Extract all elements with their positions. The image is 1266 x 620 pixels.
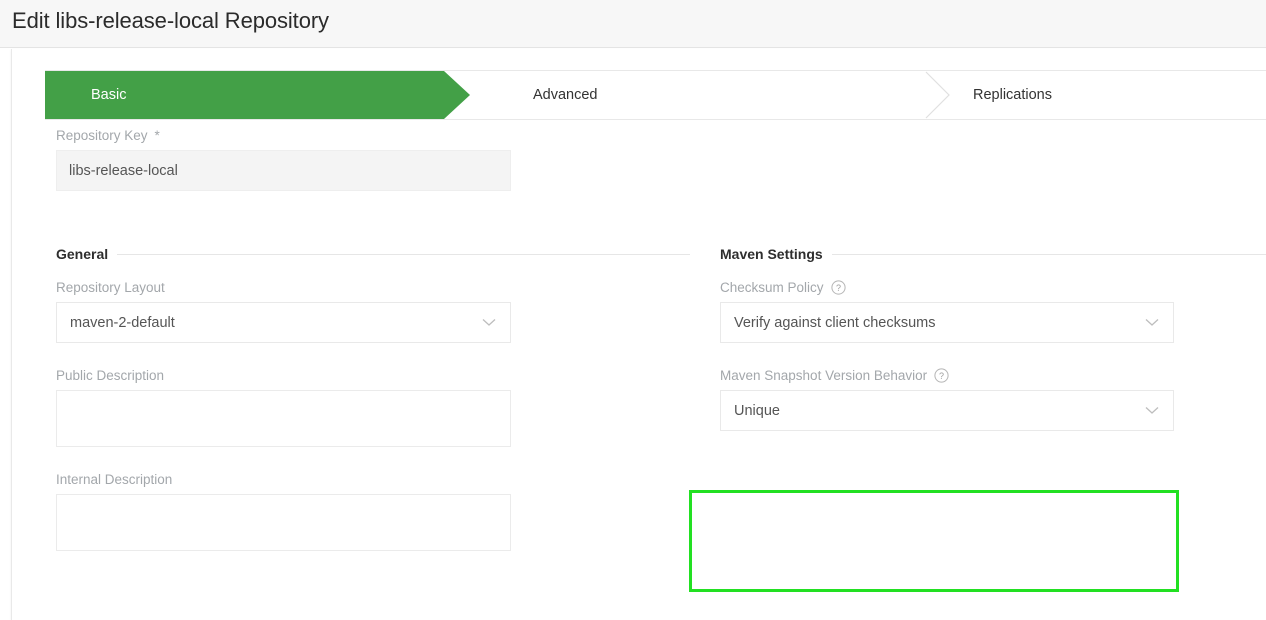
repository-key-value: libs-release-local [69, 163, 178, 179]
public-description-field-group: Public Description [56, 368, 690, 447]
checksum-policy-field-group: Checksum Policy ? Verify against client … [720, 280, 1266, 343]
snapshot-version-behavior-label: Maven Snapshot Version Behavior ? [720, 368, 1266, 383]
internal-description-label-text: Internal Description [56, 472, 172, 487]
page-header: Edit libs-release-local Repository [0, 0, 1266, 48]
repository-layout-label: Repository Layout [56, 280, 690, 295]
tab-advanced-label: Advanced [470, 87, 598, 103]
repository-layout-label-text: Repository Layout [56, 280, 165, 295]
public-description-label: Public Description [56, 368, 690, 383]
snapshot-version-behavior-field-group: Maven Snapshot Version Behavior ? Unique [720, 368, 1266, 431]
tab-basic-label: Basic [45, 87, 126, 103]
checksum-policy-label: Checksum Policy ? [720, 280, 1266, 295]
edit-repository-card: Basic Advanced Replications Repository K… [11, 49, 1266, 620]
repository-key-input[interactable]: libs-release-local [56, 150, 511, 191]
general-section-header: General [56, 246, 690, 262]
repository-key-field-group: Repository Key * libs-release-local [56, 128, 511, 191]
repository-key-label: Repository Key * [56, 128, 511, 143]
internal-description-field-group: Internal Description [56, 472, 690, 551]
tab-basic[interactable]: Basic [45, 71, 470, 119]
tab-replications-label: Replications [925, 87, 1052, 103]
section-divider [832, 254, 1266, 255]
repository-layout-select[interactable]: maven-2-default [56, 302, 511, 343]
repository-key-label-text: Repository Key [56, 128, 148, 143]
chevron-down-icon [1145, 318, 1159, 327]
tab-advanced[interactable]: Advanced [470, 71, 925, 119]
svg-text:?: ? [939, 371, 944, 381]
public-description-textarea[interactable] [56, 390, 511, 447]
internal-description-textarea[interactable] [56, 494, 511, 551]
public-description-label-text: Public Description [56, 368, 164, 383]
svg-text:?: ? [836, 283, 841, 293]
page-title: Edit libs-release-local Repository [12, 8, 329, 34]
maven-settings-section-title: Maven Settings [720, 246, 823, 262]
general-section-title: General [56, 246, 108, 262]
section-divider [117, 254, 690, 255]
repository-layout-value: maven-2-default [70, 315, 175, 331]
checksum-policy-select[interactable]: Verify against client checksums [720, 302, 1174, 343]
internal-description-label: Internal Description [56, 472, 690, 487]
snapshot-version-behavior-value: Unique [734, 403, 780, 419]
chevron-down-icon [1145, 406, 1159, 415]
checksum-policy-value: Verify against client checksums [734, 315, 935, 331]
question-circle-icon[interactable]: ? [831, 280, 846, 295]
checksum-policy-label-text: Checksum Policy [720, 280, 824, 295]
question-circle-icon[interactable]: ? [934, 368, 949, 383]
basic-settings-form: Repository Key * libs-release-local Gene… [12, 120, 1266, 620]
repository-layout-field-group: Repository Layout maven-2-default [56, 280, 690, 343]
snapshot-version-behavior-label-text: Maven Snapshot Version Behavior [720, 368, 927, 383]
snapshot-version-behavior-select[interactable]: Unique [720, 390, 1174, 431]
tab-replications[interactable]: Replications [925, 71, 1266, 119]
wizard-tab-bar: Basic Advanced Replications [45, 70, 1266, 120]
maven-settings-section: Maven Settings Checksum Policy ? Verify … [720, 246, 1266, 456]
maven-settings-section-header: Maven Settings [720, 246, 1266, 262]
required-marker: * [155, 128, 160, 143]
general-section: General Repository Layout maven-2-defaul… [56, 246, 690, 576]
chevron-down-icon [482, 318, 496, 327]
